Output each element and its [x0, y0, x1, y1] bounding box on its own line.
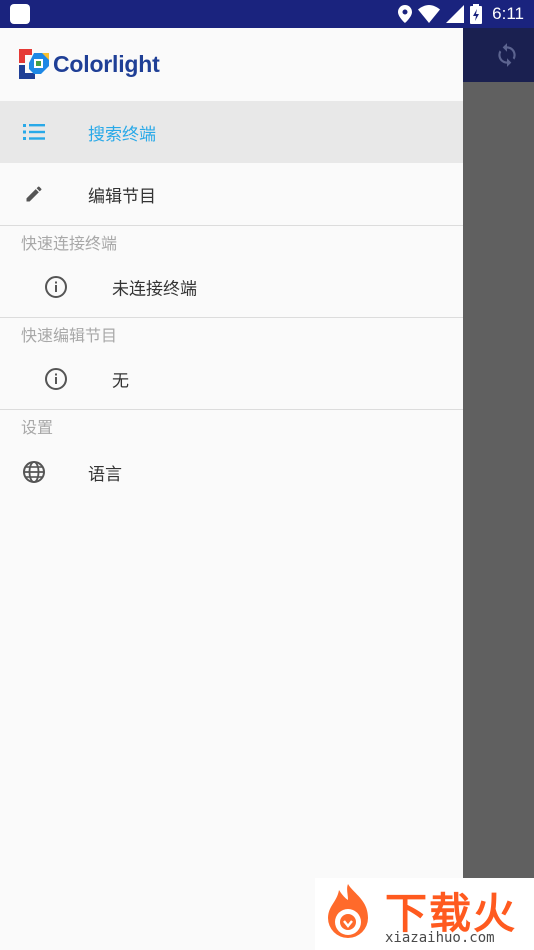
flame-logo-icon: [328, 884, 368, 938]
globe-icon: [22, 460, 46, 484]
section-header-settings: 设置: [21, 417, 54, 437]
list-icon: [22, 120, 46, 144]
brand-name: Colorlight: [53, 50, 160, 77]
status-bar: 6:11: [0, 0, 534, 28]
quick-edit-label: 无: [112, 371, 129, 392]
nav-item-label: 编辑节目: [88, 186, 156, 207]
colorlight-logo-icon: [19, 49, 49, 79]
info-icon: [44, 367, 68, 391]
nav-item-language[interactable]: 语言: [0, 441, 463, 503]
nav-item-label: 语言: [88, 464, 122, 485]
drawer-header: Colorlight: [0, 28, 463, 101]
wifi-icon: [418, 5, 441, 23]
quick-edit-item[interactable]: 无: [0, 349, 463, 409]
quick-connect-label: 未连接终端: [112, 279, 197, 300]
watermark-url: xiazaihuo.com: [385, 930, 495, 946]
watermark: 下载火 xiazaihuo.com: [315, 878, 534, 950]
nav-item-label: 搜索终端: [88, 124, 156, 145]
nav-item-edit-program[interactable]: 编辑节目: [0, 163, 463, 225]
pencil-icon: [22, 182, 46, 206]
quick-connect-item[interactable]: 未连接终端: [0, 257, 463, 317]
status-time: 6:11: [492, 4, 524, 23]
info-icon: [44, 275, 68, 299]
notification-app-icon: [10, 4, 30, 24]
refresh-icon[interactable]: [494, 42, 520, 68]
brand-logo: Colorlight: [19, 49, 160, 79]
section-header-quick-edit: 快速编辑节目: [21, 325, 118, 345]
nav-item-search-terminal[interactable]: 搜索终端: [0, 101, 463, 163]
location-icon: [398, 5, 413, 23]
battery-icon: [470, 4, 483, 24]
status-icons: 6:11: [398, 0, 524, 28]
navigation-drawer: Colorlight 搜索终端 编辑节目 快速连接终端 未连接终端 快速编辑节目: [0, 28, 463, 950]
section-header-quick-connect: 快速连接终端: [21, 233, 118, 253]
signal-icon: [446, 5, 465, 23]
